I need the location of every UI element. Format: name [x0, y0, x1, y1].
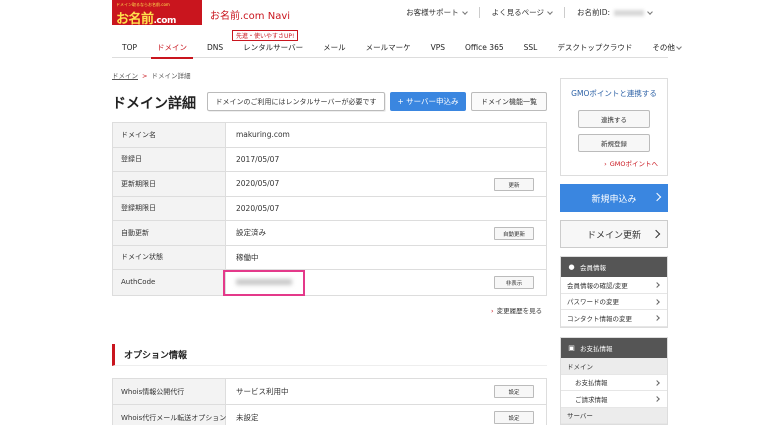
- gmo-panel-title: GMOポイントと連携する: [571, 89, 657, 98]
- gmo-register-button[interactable]: 新規登録: [578, 134, 650, 152]
- gmo-link-button[interactable]: 連携する: [578, 110, 650, 128]
- menu-desktop-cloud[interactable]: デスクトップクラウド: [547, 38, 642, 58]
- navi-title: お名前.com Navi: [210, 11, 291, 22]
- registration-date-value: 2017/05/07: [236, 154, 280, 164]
- gmo-points-panel: GMOポイントと連携する 連携する 新規登録 › GMOポイントへ: [560, 78, 668, 176]
- row-label: ドメイン名: [113, 123, 226, 147]
- chevron-right-icon: [654, 379, 660, 386]
- redacted-id: [614, 9, 644, 16]
- payment-info-link[interactable]: お支払情報: [561, 375, 667, 391]
- onamae-logo[interactable]: ドメイン取るならお名前.com お名前.com: [112, 0, 202, 27]
- chevron-right-icon: [654, 298, 660, 305]
- chevron-right-icon: [652, 192, 662, 202]
- billing-info-link[interactable]: ご請求情報: [561, 391, 667, 408]
- change-history-link[interactable]: › 変更履歴を見る: [491, 305, 542, 315]
- user-icon: ●: [568, 263, 575, 271]
- breadcrumb: ドメイン > ドメイン詳細: [112, 70, 190, 80]
- chevron-down-icon: [547, 8, 553, 15]
- breadcrumb-domain[interactable]: ドメイン: [112, 72, 138, 80]
- table-row: AuthCode 非表示: [113, 270, 546, 295]
- main-menu: 先進・使いやすさUP! TOP ドメイン DNS レンタルサーバー メール メー…: [112, 30, 683, 59]
- menu-mail[interactable]: メール: [313, 38, 356, 58]
- menu-vps[interactable]: VPS: [421, 38, 455, 58]
- menu-domain[interactable]: ドメイン: [147, 38, 197, 59]
- account-id-menu[interactable]: お名前ID:: [563, 7, 664, 18]
- payment-section-server: サーバー: [561, 407, 667, 424]
- chevron-right-icon: [651, 229, 661, 239]
- table-row: Whois情報公開代行 サービス利用中 設定: [113, 379, 546, 405]
- hide-authcode-button[interactable]: 非表示: [494, 276, 534, 289]
- new-apply-button[interactable]: 新規申込み: [560, 184, 668, 212]
- wallet-icon: ▣: [568, 344, 575, 352]
- row-label: ドメイン状態: [113, 245, 226, 269]
- frequent-pages-link[interactable]: よく見るページ: [478, 7, 564, 18]
- row-label: Whois情報公開代行: [113, 379, 226, 404]
- contact-info-change-link[interactable]: コンタクト情報の変更: [561, 310, 667, 327]
- server-apply-button[interactable]: + サーバー申込み: [390, 92, 466, 111]
- auto-renew-button[interactable]: 自動更新: [494, 227, 534, 240]
- row-label: AuthCode: [113, 270, 226, 295]
- renew-button[interactable]: 更新: [494, 178, 534, 191]
- payment-panel-header: ▣ お支払情報: [561, 338, 667, 358]
- domain-functions-button[interactable]: ドメイン機能一覧: [471, 92, 547, 111]
- registration-deadline-value: 2020/05/07: [236, 203, 280, 213]
- chevron-down-icon: [676, 43, 683, 50]
- chevron-down-icon: [461, 8, 468, 15]
- menu-office365[interactable]: Office 365: [455, 38, 514, 58]
- breadcrumb-current: ドメイン詳細: [151, 72, 191, 80]
- domain-name-value: makuring.com: [236, 130, 290, 140]
- member-info-edit-link[interactable]: 会員情報の確認/変更: [561, 277, 667, 294]
- table-row: 登録期限日 2020/05/07: [113, 196, 546, 221]
- row-label: 登録期限日: [113, 196, 226, 220]
- table-row: 自動更新 設定済み 自動更新: [113, 221, 546, 246]
- menu-mail-marketing[interactable]: メールマーケ: [356, 38, 421, 58]
- top-header: ドメイン取るならお名前.com お名前.com お名前.com Navi お客様…: [0, 0, 780, 30]
- page-title: ドメイン詳細: [112, 96, 196, 112]
- table-row: 登録日 2017/05/07: [113, 147, 546, 172]
- table-row: 更新期限日 2020/05/07 更新: [113, 172, 546, 197]
- options-heading: オプション情報: [112, 344, 547, 366]
- password-change-link[interactable]: パスワードの変更: [561, 294, 667, 310]
- menu-top[interactable]: TOP: [112, 38, 147, 58]
- chevron-right-icon: [654, 282, 660, 288]
- payment-section-domain: ドメイン: [561, 358, 667, 375]
- member-info-panel: ● 会員情報 会員情報の確認/変更 パスワードの変更 コンタクト情報の変更: [560, 256, 668, 328]
- row-label: 登録日: [113, 147, 226, 171]
- options-table: Whois情報公開代行 サービス利用中 設定 Whois代行メール転送オプション…: [112, 378, 547, 425]
- row-label: Whois代行メール転送オプション: [113, 405, 226, 425]
- breadcrumb-separator: >: [142, 72, 148, 80]
- table-row: Whois代行メール転送オプション 未設定 設定: [113, 405, 546, 425]
- domain-status-value: 稼働中: [236, 252, 259, 262]
- authcode-highlight: [223, 270, 305, 296]
- arrow-icon: ›: [604, 160, 607, 168]
- logo-name: お名前.com: [116, 12, 176, 27]
- domain-renew-button[interactable]: ドメイン更新: [560, 220, 668, 248]
- member-panel-header: ● 会員情報: [561, 257, 667, 277]
- arrow-icon: ›: [491, 307, 494, 315]
- menu-rental-server[interactable]: レンタルサーバー: [233, 38, 313, 58]
- domain-detail-table: ドメイン名 makuring.com 登録日 2017/05/07 更新期限日 …: [112, 122, 547, 296]
- menu-ssl[interactable]: SSL: [514, 38, 548, 58]
- gmo-points-link[interactable]: › GMOポイントへ: [604, 158, 661, 168]
- chevron-down-icon: [647, 8, 653, 15]
- support-link[interactable]: お客様サポート: [394, 7, 479, 18]
- row-label: 更新期限日: [113, 172, 226, 196]
- menu-others[interactable]: その他: [642, 38, 691, 58]
- chevron-right-icon: [654, 315, 660, 321]
- payment-info-panel: ▣ お支払情報 ドメイン お支払情報 ご請求情報 サーバー: [560, 337, 668, 425]
- top-links: お客様サポート よく見るページ お名前ID:: [394, 7, 664, 18]
- whois-mail-forward-settings-button[interactable]: 設定: [494, 411, 534, 424]
- whois-proxy-settings-button[interactable]: 設定: [494, 385, 534, 398]
- row-label: 自動更新: [113, 221, 226, 245]
- menu-dns[interactable]: DNS: [197, 38, 233, 58]
- chevron-right-icon: [654, 396, 660, 402]
- table-row: ドメイン状態 稼働中: [113, 245, 546, 270]
- server-required-notice: ドメインのご利用にはレンタルサーバーが必要です: [207, 92, 385, 111]
- table-row: ドメイン名 makuring.com: [113, 123, 546, 148]
